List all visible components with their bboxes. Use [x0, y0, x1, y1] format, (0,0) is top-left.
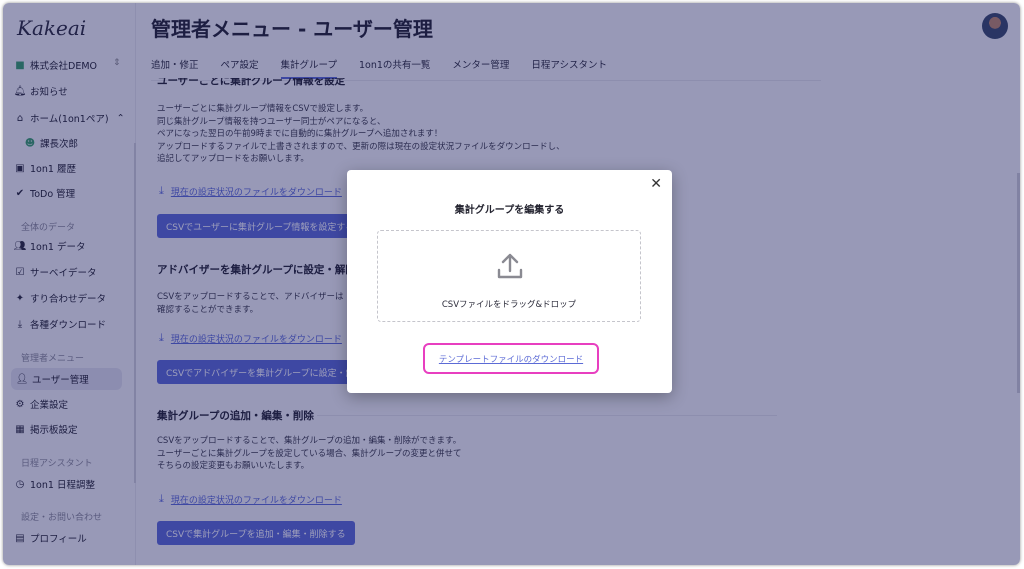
upload-icon	[497, 253, 523, 279]
dropzone-label: CSVファイルをドラッグ&ドロップ	[441, 300, 577, 310]
app-window: Kakeai ■ 株式会社DEMO ⇕ 🔔︎ お知らせ ⌂ ホーム(1on1ペア…	[3, 3, 1020, 565]
template-highlight: テンプレートファイルのダウンロード	[423, 343, 599, 374]
template-download-link[interactable]: テンプレートファイルのダウンロード	[439, 353, 583, 365]
modal-title: 集計グループを編集する	[454, 205, 565, 216]
edit-group-modal: ✕ 集計グループを編集する CSVファイルをドラッグ&ドロップ テンプレートファ…	[347, 170, 672, 393]
close-icon[interactable]: ✕	[650, 176, 662, 192]
csv-dropzone[interactable]: CSVファイルをドラッグ&ドロップ	[377, 230, 641, 322]
